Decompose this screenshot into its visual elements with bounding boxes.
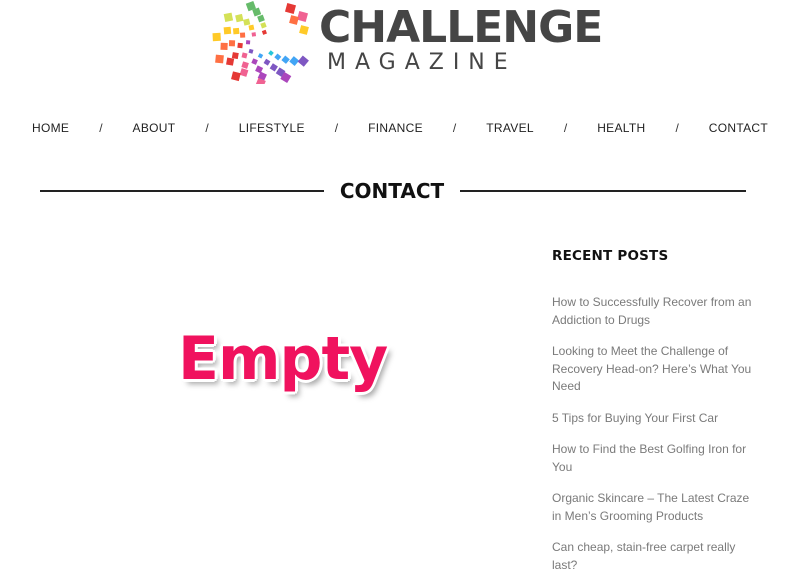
recent-post-link[interactable]: How to Find the Best Golfing Iron for Yo… xyxy=(552,441,752,476)
heading-divider-right xyxy=(460,190,746,192)
logo-mark-square xyxy=(226,57,235,66)
nav-item-home[interactable]: HOME xyxy=(32,121,69,135)
logo-mark-square xyxy=(212,32,221,42)
recent-post-link[interactable]: Looking to Meet the Challenge of Recover… xyxy=(552,343,752,396)
nav-separator: / xyxy=(675,121,679,135)
logo-mark-square xyxy=(284,2,297,15)
logo-mark-square xyxy=(251,32,257,37)
recent-post-link[interactable]: Organic Skincare – The Latest Craze in M… xyxy=(552,490,752,525)
logo-mark-square xyxy=(274,53,282,61)
nav-separator: / xyxy=(99,121,103,135)
logo-mark-square xyxy=(237,42,243,49)
heading-divider-left xyxy=(40,190,324,192)
logo-mark-square xyxy=(239,32,246,38)
nav-item-finance[interactable]: FINANCE xyxy=(368,121,423,135)
logo-mark-square xyxy=(296,10,309,23)
logo-mark-square xyxy=(261,29,267,35)
nav-separator: / xyxy=(452,121,457,135)
logo-mark-square xyxy=(235,13,244,23)
logo-mark-square xyxy=(248,24,255,31)
page-heading-row: CONTACT xyxy=(40,176,746,206)
logo-title: CHALLENGE xyxy=(319,2,603,53)
logo-mark-square xyxy=(257,53,264,59)
logo-subtitle: MAGAZINE xyxy=(327,50,517,75)
logo-mark-square xyxy=(241,52,248,59)
logo-mark-square xyxy=(223,12,234,23)
nav-separator: / xyxy=(205,121,209,135)
logo-mark-square xyxy=(268,50,274,56)
logo-mark-square xyxy=(243,18,251,26)
logo-mark-square xyxy=(289,56,300,67)
logo-mark-square xyxy=(260,22,267,29)
logo-mark-square xyxy=(263,58,271,66)
logo-mark-square xyxy=(231,52,239,60)
logo-mark-square xyxy=(231,71,241,82)
empty-state-sticker: Empty xyxy=(178,324,388,394)
nav-item-contact[interactable]: CONTACT xyxy=(709,121,768,135)
nav-item-health[interactable]: HEALTH xyxy=(597,121,645,135)
logo-mark-icon xyxy=(212,0,309,84)
recent-post-link[interactable]: Can cheap, stain-free carpet really last… xyxy=(552,539,752,574)
recent-post-link[interactable]: How to Successfully Recover from an Addi… xyxy=(552,294,752,329)
logo-mark-square xyxy=(255,65,264,74)
nav-separator: / xyxy=(563,121,568,135)
logo-mark-square xyxy=(269,63,278,72)
logo-mark-square xyxy=(232,27,240,35)
site-logo[interactable]: CHALLENGE MAGAZINE xyxy=(206,0,603,84)
nav-item-about[interactable]: ABOUT xyxy=(133,121,176,135)
logo-mark-square xyxy=(251,58,258,65)
nav-separator: / xyxy=(334,121,339,135)
logo-mark-square xyxy=(245,40,251,45)
nav-item-travel[interactable]: TRAVEL xyxy=(486,121,534,135)
main-nav: HOME / ABOUT / LIFESTYLE / FINANCE / TRA… xyxy=(0,118,800,138)
logo-mark-square xyxy=(248,48,254,54)
logo-mark-square xyxy=(289,15,299,25)
sidebar-recent-posts: RECENT POSTS How to Successfully Recover… xyxy=(552,246,752,575)
logo-mark-square xyxy=(297,55,309,67)
page: CHALLENGE MAGAZINE HOME / ABOUT / LIFEST… xyxy=(0,0,800,575)
logo-mark-square xyxy=(239,68,249,77)
recent-post-link[interactable]: 5 Tips for Buying Your First Car xyxy=(552,410,752,428)
logo-mark-square xyxy=(228,40,236,47)
recent-posts-list: How to Successfully Recover from an Addi… xyxy=(552,294,752,574)
nav-item-lifestyle[interactable]: LIFESTYLE xyxy=(239,121,305,135)
logo-mark-square xyxy=(281,55,290,64)
logo-mark-square xyxy=(223,26,232,35)
page-title: CONTACT xyxy=(339,179,445,203)
logo-mark-square xyxy=(299,25,309,35)
logo-mark-square xyxy=(257,14,265,23)
logo-mark-square xyxy=(241,61,249,69)
sidebar-title: RECENT POSTS xyxy=(552,248,669,264)
logo-mark-square xyxy=(220,42,228,51)
logo-mark-square xyxy=(215,54,224,64)
